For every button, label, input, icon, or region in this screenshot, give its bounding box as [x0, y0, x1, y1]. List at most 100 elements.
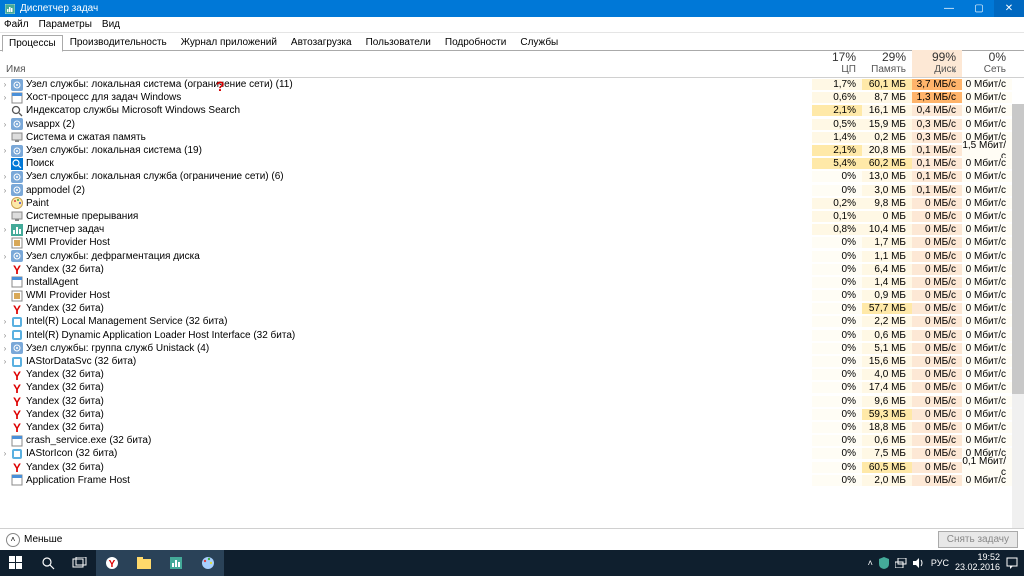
expand-icon[interactable]: › — [0, 331, 10, 340]
process-name: Intel(R) Local Management Service (32 би… — [26, 316, 812, 327]
cpu-cell: 0% — [812, 382, 862, 393]
cpu-cell: 5,4% — [812, 158, 862, 169]
memory-cell: 60,5 МБ — [862, 462, 912, 473]
process-row[interactable]: Индексатор службы Microsoft Windows Sear… — [0, 104, 1024, 117]
menu-options[interactable]: Параметры — [39, 19, 92, 30]
process-row[interactable]: InstallAgent0%1,4 МБ0 МБ/с0 Мбит/с — [0, 276, 1024, 289]
taskbar-yandex[interactable]: Y — [96, 550, 128, 576]
expand-icon[interactable]: › — [0, 225, 10, 234]
cpu-cell: 0% — [812, 422, 862, 433]
process-row[interactable]: YYandex (32 бита)0%6,4 МБ0 МБ/с0 Мбит/с — [0, 263, 1024, 276]
expand-icon[interactable]: › — [0, 146, 10, 155]
tray-language[interactable]: РУС — [931, 558, 949, 568]
expand-icon[interactable]: › — [0, 172, 10, 181]
taskbar-taskmgr[interactable] — [160, 550, 192, 576]
process-icon — [10, 342, 24, 354]
process-row[interactable]: ›Узел службы: локальная служба (ограниче… — [0, 170, 1024, 183]
fewer-details-label[interactable]: Меньше — [24, 534, 62, 545]
tab-services[interactable]: Службы — [513, 34, 565, 51]
search-icon[interactable] — [32, 550, 64, 576]
process-row[interactable]: ›Диспетчер задач0,8%10,4 МБ0 МБ/с0 Мбит/… — [0, 223, 1024, 236]
process-row[interactable]: YYandex (32 бита)0%9,6 МБ0 МБ/с0 Мбит/с — [0, 395, 1024, 408]
process-row[interactable]: Application Frame Host0%2,0 МБ0 МБ/с0 Мб… — [0, 474, 1024, 487]
process-row[interactable]: ›IAStorDataSvc (32 бита)0%15,6 МБ0 МБ/с0… — [0, 355, 1024, 368]
memory-cell: 6,4 МБ — [862, 264, 912, 275]
expand-icon[interactable]: › — [0, 186, 10, 195]
memory-cell: 16,1 МБ — [862, 105, 912, 116]
process-row[interactable]: YYandex (32 бита)0%59,3 МБ0 МБ/с0 Мбит/с — [0, 408, 1024, 421]
expand-icon[interactable]: › — [0, 120, 10, 129]
col-network[interactable]: 0%Сеть — [962, 50, 1012, 77]
process-row[interactable]: YYandex (32 бита)0%57,7 МБ0 МБ/с0 Мбит/с — [0, 302, 1024, 315]
process-row[interactable]: YYandex (32 бита)0%60,5 МБ0 МБ/с0,1 Мбит… — [0, 460, 1024, 473]
close-button[interactable]: ✕ — [994, 0, 1024, 17]
memory-cell: 10,4 МБ — [862, 224, 912, 235]
end-task-button[interactable]: Снять задачу — [938, 531, 1018, 548]
disk-cell: 0 МБ/с — [912, 290, 962, 301]
tray-network-icon[interactable] — [895, 558, 907, 568]
col-name[interactable]: Имя — [0, 64, 812, 77]
expand-icon[interactable]: › — [0, 357, 10, 366]
scrollbar-thumb[interactable] — [1012, 104, 1024, 394]
process-row[interactable]: WMI Provider Host0%1,7 МБ0 МБ/с0 Мбит/с — [0, 236, 1024, 249]
process-name: WMI Provider Host — [26, 290, 812, 301]
minimize-button[interactable]: — — [934, 0, 964, 17]
tab-apphistory[interactable]: Журнал приложений — [174, 34, 284, 51]
tab-processes[interactable]: Процессы — [2, 35, 63, 52]
tray-clock[interactable]: 19:5223.02.2016 — [955, 553, 1000, 573]
tab-performance[interactable]: Производительность — [63, 34, 174, 51]
expand-icon[interactable]: › — [0, 344, 10, 353]
process-row[interactable]: WMI Provider Host0%0,9 МБ0 МБ/с0 Мбит/с — [0, 289, 1024, 302]
menu-file[interactable]: Файл — [4, 19, 29, 30]
col-disk[interactable]: ▾99%Диск — [912, 50, 962, 77]
process-row[interactable]: Системные прерывания0,1%0 МБ0 МБ/с0 Мбит… — [0, 210, 1024, 223]
taskview-icon[interactable] — [64, 550, 96, 576]
process-row[interactable]: ›wsappx (2)0,5%15,9 МБ0,3 МБ/с0 Мбит/с — [0, 118, 1024, 131]
process-row[interactable]: ›Узел службы: локальная система (огранич… — [0, 78, 1024, 91]
tray-shield-icon[interactable] — [879, 557, 889, 569]
process-row[interactable]: › Intel(R) Local Management Service (32 б… — [0, 315, 1024, 328]
tray-notifications-icon[interactable] — [1006, 557, 1018, 569]
process-name: Индексатор службы Microsoft Windows Sear… — [26, 105, 812, 116]
process-row[interactable]: YYandex (32 бита)0%4,0 МБ0 МБ/с0 Мбит/с — [0, 368, 1024, 381]
expand-icon[interactable]: › — [0, 252, 10, 261]
process-row[interactable]: Система и сжатая память1,4%0,2 МБ0,3 МБ/… — [0, 131, 1024, 144]
maximize-button[interactable]: ▢ — [964, 0, 994, 17]
fewer-details-icon[interactable]: ˄ — [6, 533, 20, 547]
scrollbar[interactable] — [1012, 104, 1024, 528]
process-row[interactable]: Поиск5,4%60,2 МБ0,1 МБ/с0 Мбит/с — [0, 157, 1024, 170]
process-row[interactable]: ›Хост-процесс для задач Windows0,6%8,7 М… — [0, 91, 1024, 104]
process-row[interactable]: ›IAStorIcon (32 бита)0%7,5 МБ0 МБ/с0 Мби… — [0, 447, 1024, 460]
process-row[interactable]: ›Intel(R) Dynamic Application Loader Hos… — [0, 329, 1024, 342]
tab-details[interactable]: Подробности — [438, 34, 513, 51]
expand-icon[interactable]: › — [0, 93, 10, 102]
menu-view[interactable]: Вид — [102, 19, 120, 30]
process-name: crash_service.exe (32 бита) — [26, 435, 812, 446]
process-row[interactable]: ›Узел службы: локальная система (19)2,1%… — [0, 144, 1024, 157]
taskbar-explorer[interactable] — [128, 550, 160, 576]
process-row[interactable]: ›appmodel (2)0%3,0 МБ0,1 МБ/с0 Мбит/с — [0, 184, 1024, 197]
col-cpu[interactable]: 17%ЦП — [812, 50, 862, 77]
taskbar-paint[interactable] — [192, 550, 224, 576]
taskbar: Y ˄ РУС 19:5223.02.2016 — [0, 550, 1024, 576]
expand-icon[interactable]: › — [0, 449, 10, 458]
expand-icon[interactable]: › — [0, 317, 10, 326]
process-icon — [10, 210, 24, 222]
expand-icon[interactable]: › — [0, 80, 10, 89]
cpu-cell: 0% — [812, 251, 862, 262]
process-row[interactable]: ›Узел службы: дефрагментация диска0%1,1 … — [0, 249, 1024, 262]
tab-startup[interactable]: Автозагрузка — [284, 34, 359, 51]
process-row[interactable]: YYandex (32 бита)0%18,8 МБ0 МБ/с0 Мбит/с — [0, 421, 1024, 434]
process-row[interactable]: ›Узел службы: группа служб Unistack (4)0… — [0, 342, 1024, 355]
menubar: Файл Параметры Вид — [0, 17, 1024, 33]
tray-volume-icon[interactable] — [913, 558, 925, 568]
col-memory[interactable]: 29%Память — [862, 50, 912, 77]
process-row[interactable]: Paint0,2%9,8 МБ0 МБ/с0 Мбит/с — [0, 197, 1024, 210]
window-title: Диспетчер задач — [20, 3, 98, 14]
process-row[interactable]: YYandex (32 бита)0%17,4 МБ0 МБ/с0 Мбит/с — [0, 381, 1024, 394]
tab-users[interactable]: Пользователи — [359, 34, 438, 51]
tray-expand-icon[interactable]: ˄ — [868, 558, 873, 568]
process-row[interactable]: crash_service.exe (32 бита)0%0,6 МБ0 МБ/… — [0, 434, 1024, 447]
process-list[interactable]: ›Узел службы: локальная система (огранич… — [0, 78, 1024, 528]
start-button[interactable] — [0, 550, 32, 576]
